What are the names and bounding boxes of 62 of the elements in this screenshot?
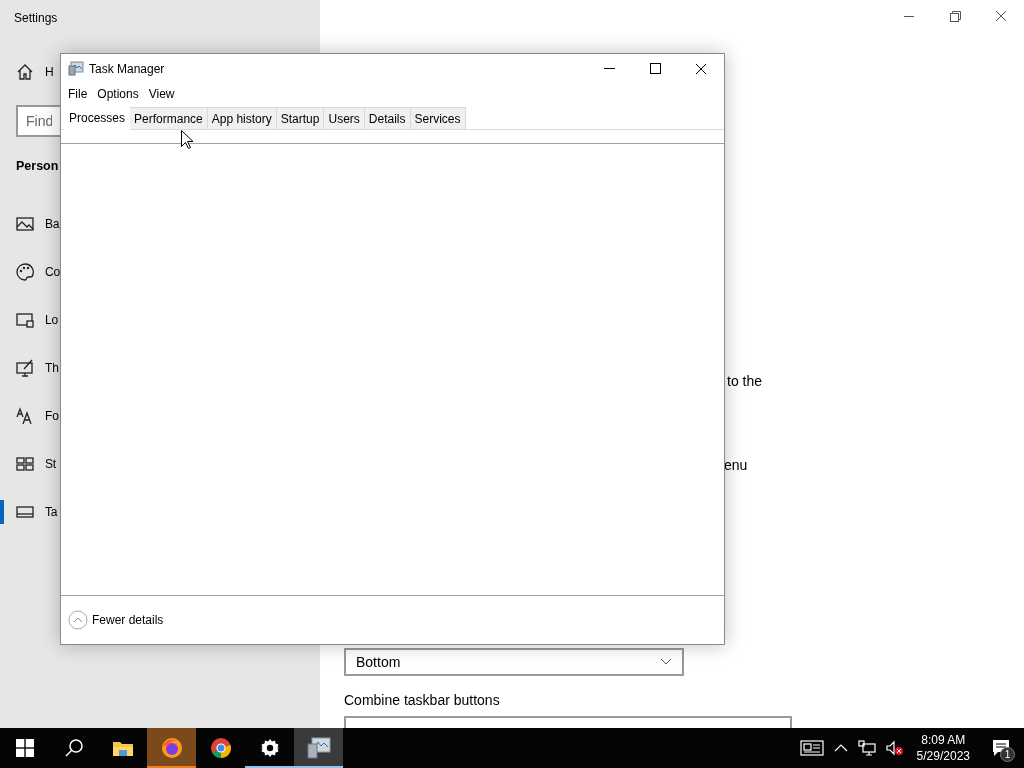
picture-frame-icon <box>16 215 34 233</box>
tiles-icon <box>16 455 34 473</box>
minimize-icon <box>603 68 615 69</box>
news-icon <box>799 739 824 757</box>
dropdown-value: Bottom <box>356 652 401 672</box>
home-icon <box>16 63 34 81</box>
close-icon <box>996 11 1006 21</box>
tab[interactable]: Processes <box>64 105 131 130</box>
window-title: Settings <box>13 10 58 27</box>
date-text: 5/29/2023 <box>916 748 970 765</box>
close-icon <box>696 63 706 74</box>
chevron-down-icon <box>660 658 672 666</box>
font-icon <box>16 407 34 425</box>
section-heading: Person <box>16 157 59 175</box>
menu-item[interactable]: View <box>143 84 180 103</box>
sidebar-item[interactable]: Lo <box>0 296 58 344</box>
sidebar-item[interactable]: Th <box>0 344 59 392</box>
notifications-button[interactable]: 1 <box>978 728 1024 768</box>
sidebar-item[interactable]: Fo <box>0 392 59 440</box>
brush-monitor-icon <box>16 359 34 377</box>
restore-icon <box>949 10 961 22</box>
tab[interactable]: Startup <box>275 107 325 129</box>
tab[interactable]: Services <box>409 107 466 129</box>
fewer-details-button[interactable]: Fewer details <box>68 610 164 630</box>
field-label: Combine taskbar buttons <box>344 691 500 710</box>
clock[interactable]: 8:09 AM 5/29/2023 <box>908 731 978 765</box>
menu-item[interactable]: File <box>63 84 93 103</box>
taskbar-icon <box>16 503 34 521</box>
tab[interactable]: Performance <box>129 107 208 129</box>
chrome-icon <box>209 737 232 759</box>
notification-count: 1 <box>1000 747 1015 762</box>
monitor-chart-icon <box>68 60 84 77</box>
lock-screen-icon <box>16 311 34 329</box>
search-field[interactable]: Find <box>16 105 60 137</box>
volume-muted-icon <box>885 740 904 756</box>
minimize-icon <box>904 15 914 17</box>
tab[interactable]: Details <box>363 107 411 129</box>
sidebar-item[interactable]: Co <box>0 248 60 296</box>
window-title: Task Manager <box>89 60 166 78</box>
tab[interactable]: Users <box>323 107 365 129</box>
menu-item[interactable]: Options <box>92 84 144 103</box>
tab[interactable]: App history <box>206 107 277 129</box>
folder-icon <box>111 739 134 757</box>
body-text: to the <box>727 372 763 391</box>
windows-logo-icon <box>15 739 34 757</box>
time-text: 8:09 AM <box>920 731 967 748</box>
monitor-chart-icon <box>306 737 331 759</box>
gear-icon <box>259 738 280 758</box>
chevron-up-icon <box>833 743 848 753</box>
body-text: enu <box>724 456 748 475</box>
chevron-up-icon <box>68 610 88 630</box>
taskbar-app[interactable] <box>294 728 343 768</box>
dropdown[interactable]: Bottom <box>344 648 684 676</box>
maximize-icon <box>649 63 661 74</box>
network-icon <box>857 740 876 756</box>
sidebar-item[interactable]: Ba <box>0 200 60 248</box>
search-icon <box>64 739 83 757</box>
sidebar-item[interactable]: H <box>0 48 54 96</box>
palette-icon <box>16 263 34 281</box>
fox-globe-icon <box>160 737 183 759</box>
cursor-icon <box>181 130 194 150</box>
sidebar-item[interactable]: St <box>0 440 56 488</box>
